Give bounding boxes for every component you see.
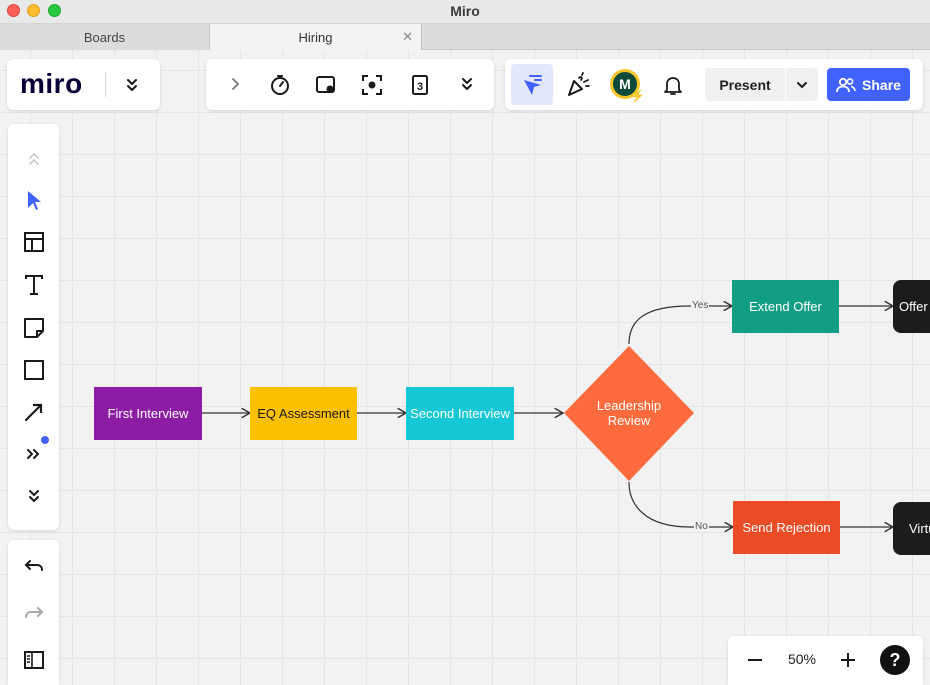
board-panel-icon[interactable]	[13, 642, 54, 678]
divider	[105, 72, 106, 97]
share-button[interactable]: Share	[827, 68, 910, 101]
bolt-icon: ⚡	[630, 89, 645, 103]
collaboration-toolbar: 3	[206, 59, 494, 110]
timer-icon[interactable]	[266, 71, 294, 99]
new-feature-dot	[41, 436, 49, 444]
redo-icon[interactable]	[13, 595, 54, 631]
select-cursor-button[interactable]	[511, 64, 553, 105]
connection-line-icon[interactable]	[13, 394, 54, 430]
present-options-button[interactable]	[786, 68, 818, 101]
zoom-in-icon[interactable]	[836, 648, 860, 672]
node-virtual[interactable]: Virtu	[893, 502, 930, 555]
zoom-level[interactable]: 50%	[780, 651, 824, 667]
top-right-toolbar: M ⚡ Present Share	[505, 59, 923, 110]
share-label: Share	[862, 76, 901, 93]
templates-icon[interactable]	[13, 224, 54, 260]
node-send-rejection[interactable]: Send Rejection	[733, 501, 840, 554]
history-toolbar	[8, 540, 59, 685]
connector-yes	[628, 306, 732, 345]
chevron-down-icon	[797, 81, 807, 88]
left-toolbar	[8, 124, 59, 530]
countdown-value: 3	[417, 81, 423, 93]
node-leadership-review-label: Leadership Review	[596, 398, 662, 428]
more-icon[interactable]	[454, 71, 480, 97]
node-eq-assessment[interactable]: EQ Assessment	[250, 387, 357, 440]
celebrate-icon[interactable]	[563, 70, 593, 100]
countdown-icon[interactable]: 3	[406, 71, 434, 99]
node-first-interview[interactable]: First Interview	[94, 387, 202, 440]
present-button[interactable]: Present	[705, 68, 785, 101]
sticky-note-icon[interactable]	[13, 310, 54, 346]
edge-label-yes: Yes	[691, 300, 710, 311]
zoom-panel: 50% ?	[728, 636, 923, 685]
node-second-interview[interactable]: Second Interview	[406, 387, 514, 440]
undo-icon[interactable]	[13, 548, 54, 584]
expand-icon[interactable]	[13, 478, 54, 514]
shape-icon[interactable]	[13, 352, 54, 388]
bell-icon[interactable]	[659, 71, 687, 99]
zoom-out-icon[interactable]	[743, 648, 767, 672]
people-icon	[836, 77, 856, 92]
help-button[interactable]: ?	[880, 645, 910, 675]
text-icon[interactable]	[13, 267, 54, 303]
node-extend-offer[interactable]: Extend Offer	[732, 280, 839, 333]
frames-icon[interactable]	[312, 71, 340, 99]
collapse-up-icon[interactable]	[13, 141, 54, 177]
connector-no	[628, 481, 733, 527]
focus-icon[interactable]	[358, 71, 386, 99]
select-cursor-icon	[519, 72, 545, 98]
chevron-right-icon[interactable]	[222, 71, 248, 97]
logo-panel: miro	[7, 59, 160, 110]
node-offer[interactable]: Offer	[893, 280, 930, 333]
miro-logo[interactable]: miro	[20, 68, 83, 100]
board-menu-icon[interactable]	[119, 72, 145, 98]
edge-label-no: No	[694, 521, 709, 532]
cursor-icon[interactable]	[13, 182, 54, 218]
